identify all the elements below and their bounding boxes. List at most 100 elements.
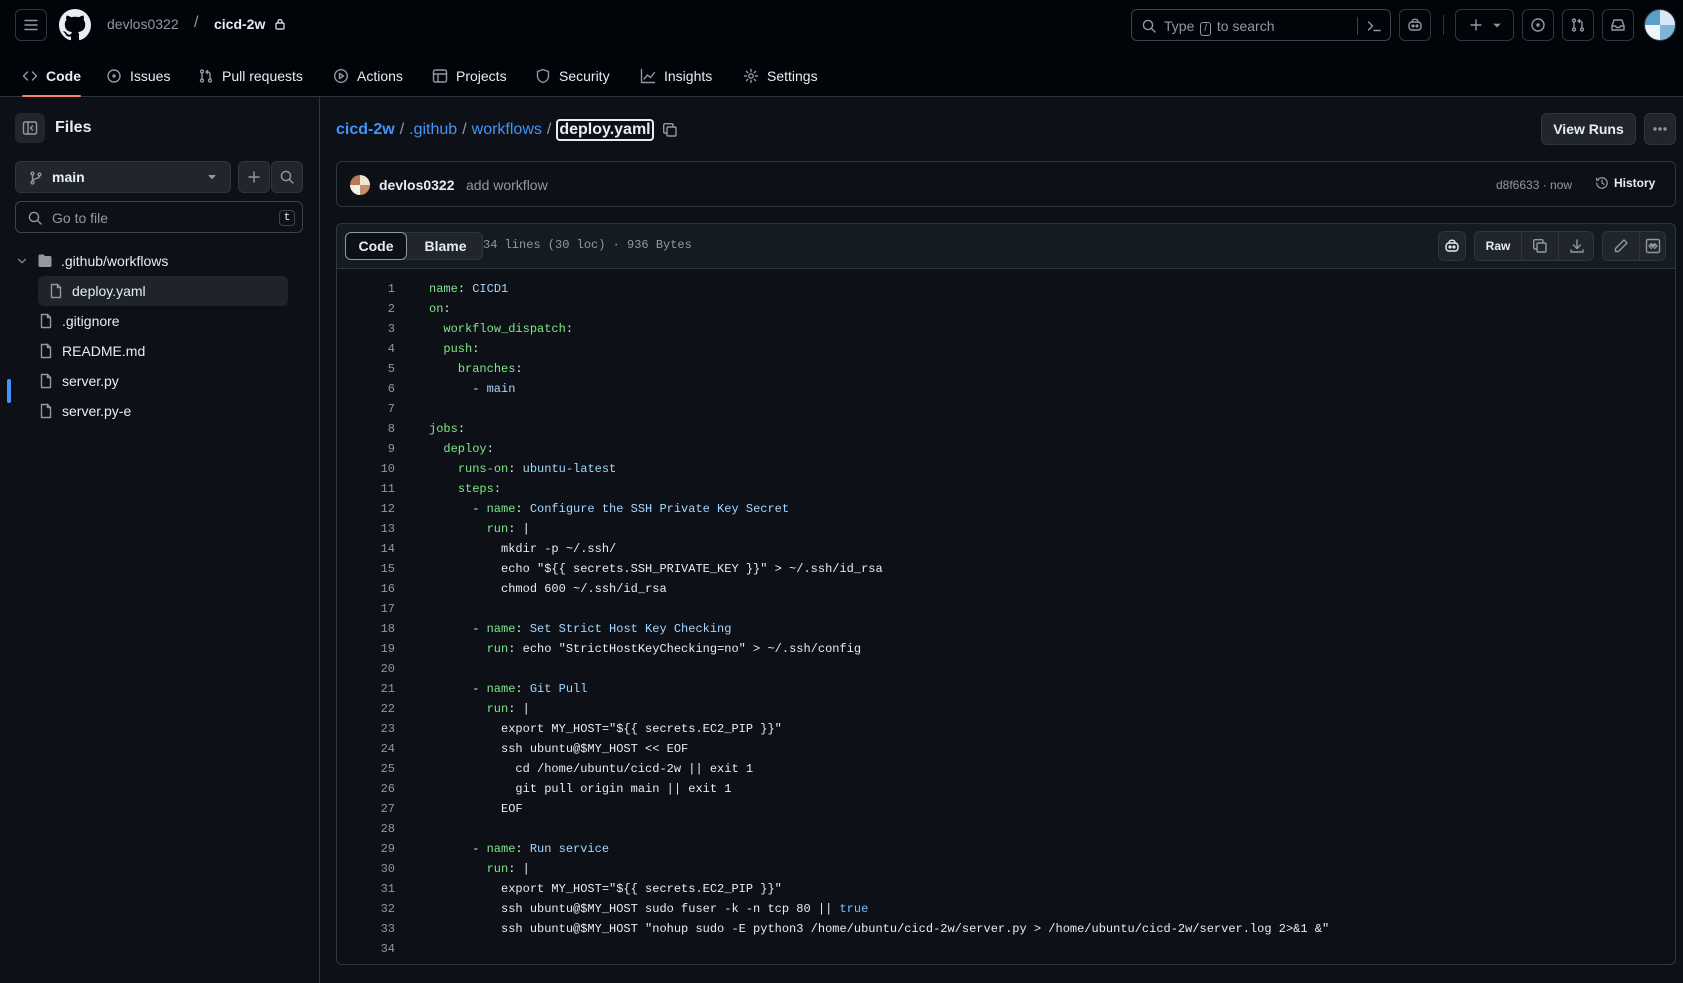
line-content: run: echo "StrictHostKeyChecking=no" > ~… — [486, 642, 862, 656]
line-number[interactable]: 25 — [337, 759, 395, 779]
line-number[interactable]: 24 — [337, 739, 395, 759]
line-number[interactable]: 21 — [337, 679, 395, 699]
breadcrumb-github-link[interactable]: .github — [409, 121, 457, 139]
user-avatar[interactable] — [1644, 9, 1676, 41]
download-button[interactable] — [1559, 232, 1594, 260]
line-number[interactable]: 2 — [337, 299, 395, 319]
file-icon — [40, 343, 52, 359]
line-number[interactable]: 16 — [337, 579, 395, 599]
line-number[interactable]: 20 — [337, 659, 395, 679]
line-number[interactable]: 30 — [337, 859, 395, 879]
line-number[interactable]: 17 — [337, 599, 395, 619]
line-content: - name: Configure the SSH Private Key Se… — [429, 502, 790, 516]
tab-settings[interactable]: Settings — [743, 54, 818, 97]
line-number[interactable]: 28 — [337, 819, 395, 839]
copy-icon[interactable] — [662, 122, 678, 138]
inbox-button[interactable] — [1602, 9, 1634, 41]
line-number[interactable]: 14 — [337, 539, 395, 559]
copilot-ask-button[interactable] — [1438, 231, 1466, 261]
blame-view-button[interactable]: Blame — [408, 233, 483, 259]
line-number[interactable]: 13 — [337, 519, 395, 539]
code-square-icon[interactable] — [1645, 238, 1661, 254]
line-number[interactable]: 11 — [337, 479, 395, 499]
tree-file-server-py-e[interactable]: server.py-e — [38, 396, 288, 426]
branch-name: main — [52, 169, 85, 185]
line-content: echo "${{ secrets.SSH_PRIVATE_KEY }}" > … — [429, 562, 883, 576]
line-number[interactable]: 10 — [337, 459, 395, 479]
repo-link[interactable]: cicd-2w — [214, 16, 265, 32]
line-number[interactable]: 32 — [337, 899, 395, 919]
code-line: 8 jobs: — [337, 419, 1675, 439]
line-number[interactable]: 5 — [337, 359, 395, 379]
line-number[interactable]: 31 — [337, 879, 395, 899]
create-new-button[interactable] — [1455, 9, 1514, 41]
code-line: 10 runs-on: ubuntu-latest — [337, 459, 1675, 479]
copy-raw-button[interactable] — [1522, 232, 1558, 260]
line-number[interactable]: 15 — [337, 559, 395, 579]
menu-button[interactable] — [15, 9, 47, 41]
breadcrumb-repo-link[interactable]: cicd-2w — [336, 121, 395, 139]
line-number[interactable]: 8 — [337, 419, 395, 439]
code-line: 21 - name: Git Pull — [337, 679, 1675, 699]
shield-icon — [536, 68, 550, 83]
search-button[interactable]: Type / to search — [1131, 9, 1391, 41]
copilot-button[interactable] — [1399, 9, 1431, 41]
line-number[interactable]: 33 — [337, 919, 395, 939]
add-file-button[interactable] — [238, 161, 270, 193]
history-button[interactable]: History — [1595, 176, 1655, 190]
line-number[interactable]: 1 — [337, 279, 395, 299]
line-number[interactable]: 19 — [337, 639, 395, 659]
line-number[interactable]: 6 — [337, 379, 395, 399]
code-line: 19 run: echo "StrictHostKeyChecking=no" … — [337, 639, 1675, 659]
line-content: cd /home/ubuntu/cicd-2w || exit 1 — [429, 762, 754, 776]
edit-file-button[interactable] — [1603, 232, 1639, 260]
pull-requests-button[interactable] — [1562, 9, 1594, 41]
file-path-breadcrumb: cicd-2w / .github / workflows / deploy.y… — [336, 118, 678, 142]
tree-file-gitignore[interactable]: .gitignore — [38, 306, 288, 336]
github-logo-icon[interactable] — [59, 9, 91, 41]
line-number[interactable]: 34 — [337, 939, 395, 959]
tree-file-server-py[interactable]: server.py — [38, 366, 288, 396]
raw-button[interactable]: Raw — [1475, 232, 1521, 260]
line-number[interactable]: 12 — [337, 499, 395, 519]
commit-author-avatar[interactable] — [350, 175, 370, 195]
tab-insights[interactable]: Insights — [640, 54, 712, 97]
line-number[interactable]: 26 — [337, 779, 395, 799]
branch-selector[interactable]: main — [15, 161, 231, 193]
tab-pull-requests[interactable]: Pull requests — [198, 54, 303, 97]
more-options-button[interactable] — [1644, 113, 1676, 145]
line-number[interactable]: 3 — [337, 319, 395, 339]
line-number[interactable]: 7 — [337, 399, 395, 419]
tab-issues[interactable]: Issues — [106, 54, 170, 97]
command-palette-icon[interactable] — [1366, 18, 1382, 34]
tree-file-deploy-yaml[interactable]: deploy.yaml — [38, 276, 288, 306]
view-runs-button[interactable]: View Runs — [1541, 113, 1636, 145]
commit-message[interactable]: add workflow — [466, 177, 548, 193]
tree-folder-workflows[interactable]: .github/workflows — [15, 246, 288, 276]
tab-projects[interactable]: Projects — [432, 54, 507, 97]
tree-file-readme[interactable]: README.md — [38, 336, 288, 366]
tab-code[interactable]: Code — [22, 54, 81, 97]
line-number[interactable]: 23 — [337, 719, 395, 739]
commit-sha-time[interactable]: d8f6633 · now — [1496, 178, 1572, 192]
owner-link[interactable]: devlos0322 — [107, 16, 179, 32]
code-view-button[interactable]: Code — [345, 232, 407, 260]
collapse-sidebar-button[interactable] — [15, 113, 45, 143]
line-number[interactable]: 4 — [337, 339, 395, 359]
line-number[interactable]: 18 — [337, 619, 395, 639]
file-header: Code Blame 34 lines (30 loc) · 936 Bytes… — [337, 224, 1675, 269]
breadcrumb-workflows-link[interactable]: workflows — [472, 121, 542, 139]
issues-button[interactable] — [1522, 9, 1554, 41]
search-files-button[interactable] — [271, 161, 303, 193]
line-number[interactable]: 27 — [337, 799, 395, 819]
line-content: deploy: — [443, 442, 494, 456]
line-number[interactable]: 29 — [337, 839, 395, 859]
go-to-file-input[interactable] — [52, 208, 252, 228]
line-number[interactable]: 9 — [337, 439, 395, 459]
tab-actions[interactable]: Actions — [333, 54, 403, 97]
line-number[interactable]: 22 — [337, 699, 395, 719]
go-to-file-field[interactable]: t — [15, 201, 303, 233]
commit-author[interactable]: devlos0322 — [379, 177, 455, 193]
tab-security[interactable]: Security — [535, 54, 610, 97]
chevron-down-icon — [17, 258, 27, 264]
